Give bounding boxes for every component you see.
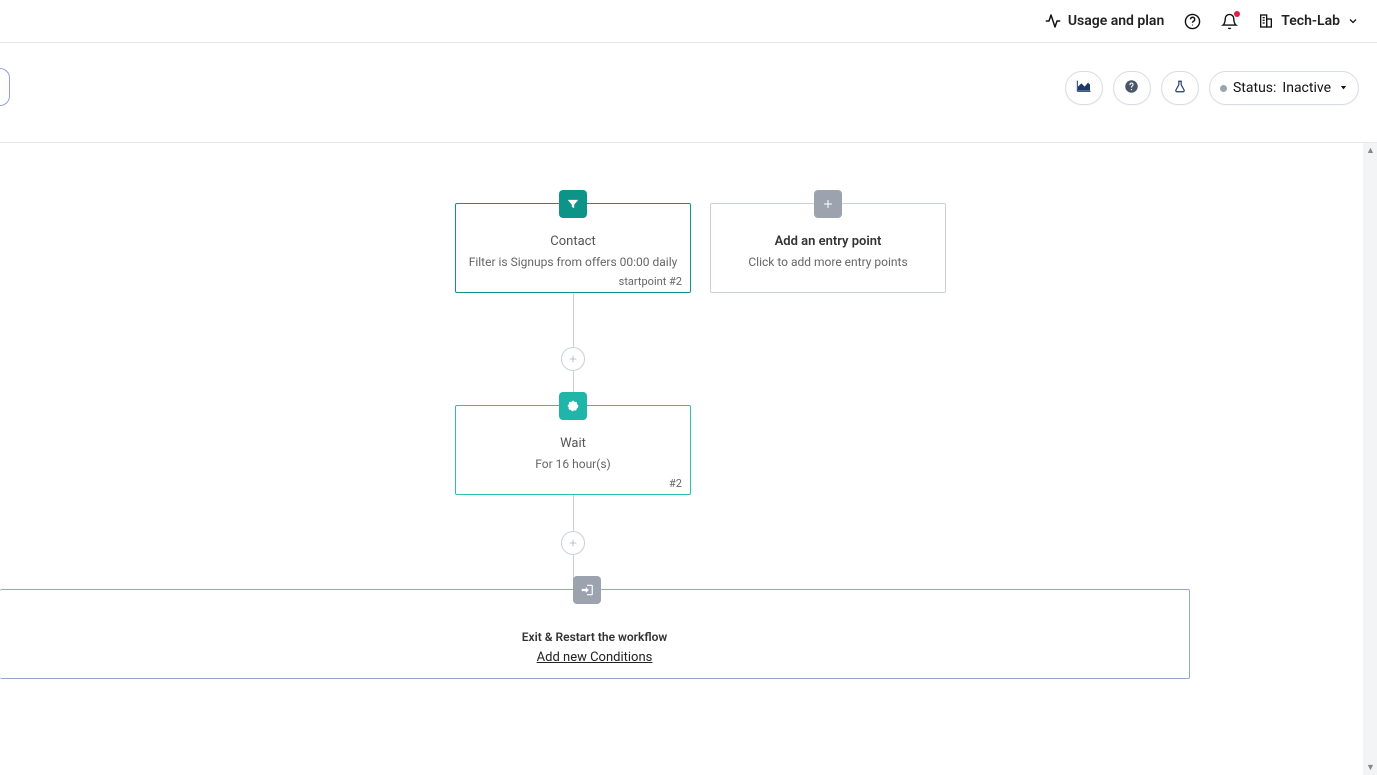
help-icon[interactable] <box>1184 13 1201 30</box>
org-label: Tech-Lab <box>1281 13 1340 29</box>
exit-icon <box>573 576 601 604</box>
activity-icon <box>1045 13 1061 29</box>
node-title: Exit & Restart the workflow <box>0 630 1189 644</box>
node-subtitle: Click to add more entry points <box>711 255 945 269</box>
area-chart-icon <box>1076 79 1092 97</box>
scroll-up-icon: ▲ <box>1366 145 1375 156</box>
filter-icon <box>559 190 587 218</box>
toolbar-right: Status: Inactive <box>1065 71 1359 105</box>
building-icon <box>1258 13 1274 29</box>
wait-node[interactable]: Wait For 16 hour(s) #2 <box>455 405 691 495</box>
add-conditions-link[interactable]: Add new Conditions <box>0 650 1189 665</box>
flask-icon <box>1173 79 1187 98</box>
wait-icon <box>559 392 587 420</box>
add-step-button[interactable] <box>561 531 585 555</box>
add-entry-point-node[interactable]: Add an entry point Click to add more ent… <box>710 203 946 293</box>
org-switcher[interactable]: Tech-Lab <box>1258 13 1359 29</box>
help-button[interactable] <box>1113 71 1151 105</box>
node-title: Contact <box>456 234 690 249</box>
status-prefix: Status: <box>1233 80 1276 96</box>
notifications-icon[interactable] <box>1221 13 1238 30</box>
scroll-down-icon: ▼ <box>1366 762 1375 773</box>
usage-and-plan-link[interactable]: Usage and plan <box>1045 13 1164 29</box>
workflow-canvas[interactable]: Contact Filter is Signups from offers 00… <box>0 143 1377 775</box>
node-subtitle: Filter is Signups from offers 00:00 dail… <box>456 255 690 269</box>
analytics-button[interactable] <box>1065 71 1103 105</box>
exit-restart-node[interactable]: Exit & Restart the workflow Add new Cond… <box>0 589 1190 679</box>
question-circle-icon <box>1124 79 1139 98</box>
chevron-down-icon <box>1347 15 1359 27</box>
node-title: Add an entry point <box>711 234 945 249</box>
left-pill-fragment[interactable] <box>0 68 10 106</box>
node-corner-label: #2 <box>669 477 682 490</box>
status-dropdown[interactable]: Status: Inactive <box>1209 71 1359 105</box>
toolbar: 25 Status: Inactive <box>0 43 1377 143</box>
caret-down-icon <box>1339 80 1348 96</box>
usage-label: Usage and plan <box>1068 13 1164 29</box>
add-step-button[interactable] <box>561 347 585 371</box>
topbar: Usage and plan Tech-Lab <box>0 0 1377 43</box>
status-value: Inactive <box>1282 80 1331 96</box>
node-title: Wait <box>456 436 690 451</box>
status-dot-icon <box>1220 85 1227 92</box>
node-subtitle: For 16 hour(s) <box>456 457 690 471</box>
test-button[interactable] <box>1161 71 1199 105</box>
node-corner-label: startpoint #2 <box>619 275 682 288</box>
contact-node[interactable]: Contact Filter is Signups from offers 00… <box>455 203 691 293</box>
plus-icon <box>814 190 842 218</box>
notification-dot <box>1234 11 1240 17</box>
scrollbar[interactable]: ▲ ▼ <box>1363 143 1377 775</box>
